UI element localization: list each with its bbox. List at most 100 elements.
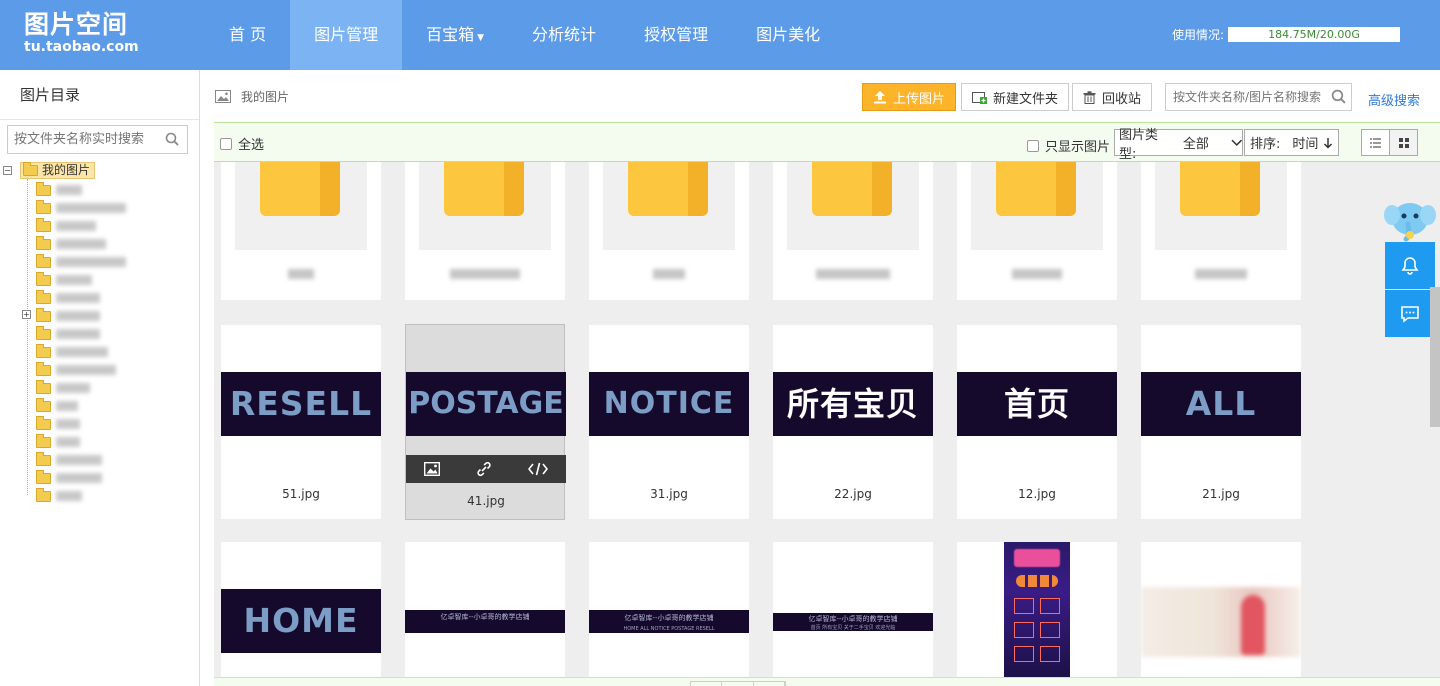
image-icon[interactable] — [424, 462, 440, 476]
tree-folder[interactable] — [36, 181, 82, 199]
image-card[interactable]: 首页 12.jpg — [957, 325, 1117, 519]
only-images-toggle[interactable]: 只显示图片 — [1027, 136, 1110, 155]
grid-view-button[interactable] — [1389, 130, 1417, 155]
scrollbar-thumb[interactable] — [1430, 287, 1440, 427]
tree-folder[interactable] — [36, 217, 96, 235]
image-search-input[interactable] — [1166, 84, 1326, 110]
search-icon[interactable] — [165, 132, 179, 150]
folder-card[interactable] — [221, 162, 381, 300]
folder-thumb — [787, 162, 919, 250]
thumb-nav-text: 首页 所有宝贝 关于二手宝贝 欢迎光临 — [773, 624, 933, 633]
image-filename: 22.jpg — [773, 487, 933, 501]
advanced-search-link[interactable]: 高级搜索 — [1368, 90, 1420, 109]
tree-root-label[interactable]: 我的图片 — [20, 162, 95, 179]
image-card[interactable]: HOME — [221, 542, 381, 682]
link-icon[interactable] — [476, 461, 492, 477]
folder-card[interactable] — [405, 162, 565, 300]
tree-folder[interactable] — [36, 469, 102, 487]
folder-icon — [36, 185, 51, 196]
image-type-select[interactable]: 图片类型: 全部 — [1114, 129, 1243, 156]
image-card[interactable]: 亿卓智库--小卓哥的教学店铺 — [405, 542, 565, 682]
image-card-hovered[interactable]: POSTAGE 41.jpg — [405, 324, 565, 520]
tree-folder[interactable] — [36, 433, 80, 451]
sort-select[interactable]: 排序: 时间 — [1244, 129, 1339, 156]
logo[interactable]: 图片空间 tu.taobao.com — [24, 11, 139, 55]
blurred-folder-name — [450, 269, 520, 279]
thumb-caption: 亿卓智库--小卓哥的教学店铺 — [624, 614, 713, 622]
tree-root[interactable]: − 我的图片 — [3, 161, 95, 179]
image-card[interactable]: 亿卓智库--小卓哥的教学店铺首页 所有宝贝 关于二手宝贝 欢迎光临 — [773, 542, 933, 682]
grid-icon — [1399, 138, 1409, 148]
select-all-label: 全选 — [238, 134, 264, 153]
nav-toolbox[interactable]: 百宝箱▼ — [402, 0, 508, 70]
folder-search — [7, 125, 188, 154]
image-card[interactable]: ALL 21.jpg — [1141, 325, 1301, 519]
tree-folder[interactable] — [36, 235, 106, 253]
tree-folder[interactable] — [36, 397, 78, 415]
tree-folder[interactable] — [36, 343, 108, 361]
select-all-checkbox[interactable] — [220, 138, 232, 150]
code-icon[interactable] — [528, 462, 548, 476]
blurred-folder-name — [1195, 269, 1247, 279]
thumb-nav-text: HOME ALL NOTICE POSTAGE RESELL — [589, 624, 749, 635]
tree-folder[interactable] — [36, 415, 80, 433]
nav-home[interactable]: 首 页 — [205, 0, 290, 70]
tree-folder[interactable] — [36, 271, 92, 289]
nav-analytics[interactable]: 分析统计 — [508, 0, 620, 70]
add-folder-icon — [972, 91, 987, 104]
expand-icon[interactable]: + — [22, 310, 31, 319]
pagination[interactable] — [690, 681, 786, 686]
image-card[interactable]: NOTICE 31.jpg — [589, 325, 749, 519]
image-card[interactable]: RESELL 51.jpg — [221, 325, 381, 519]
collapse-icon[interactable]: − — [3, 166, 12, 175]
tree-folder[interactable] — [36, 199, 126, 217]
notification-button[interactable] — [1385, 242, 1435, 289]
list-view-button[interactable] — [1362, 130, 1389, 155]
folder-icon — [36, 419, 51, 430]
bell-icon — [1400, 256, 1420, 276]
folder-card[interactable] — [1141, 162, 1301, 300]
search-icon[interactable] — [1331, 89, 1346, 108]
select-all[interactable]: 全选 — [220, 134, 264, 153]
folder-search-input[interactable] — [8, 126, 158, 153]
image-card[interactable]: 亿卓智库--小卓哥的教学店铺 HOME ALL NOTICE POSTAGE RE… — [589, 542, 749, 682]
upload-label: 上传图片 — [893, 88, 945, 107]
nav-image-management[interactable]: 图片管理 — [290, 0, 402, 70]
folder-card[interactable] — [957, 162, 1117, 300]
blurred-folder-name — [56, 437, 80, 447]
folder-thumb — [971, 162, 1103, 250]
tree-folder[interactable] — [36, 289, 100, 307]
chat-button[interactable] — [1385, 290, 1435, 337]
folder-icon — [36, 329, 51, 340]
image-filename: 41.jpg — [406, 494, 566, 508]
upload-button[interactable]: 上传图片 — [862, 83, 956, 111]
tree-folder[interactable] — [36, 487, 82, 505]
blurred-folder-name — [56, 221, 96, 231]
tree-folder[interactable] — [36, 253, 126, 271]
tree-folder[interactable] — [36, 379, 90, 397]
tree-folder[interactable] — [36, 451, 102, 469]
toolbar: 我的图片 上传图片 新建文件夹 回收站 高级搜索 — [205, 70, 1440, 122]
folder-icon — [36, 437, 51, 448]
image-icon — [215, 90, 231, 103]
tree-folder[interactable] — [36, 361, 116, 379]
folder-card[interactable] — [589, 162, 749, 300]
folder-icon — [36, 239, 51, 250]
mascot-icon[interactable] — [1384, 197, 1436, 242]
folder-icon — [36, 455, 51, 466]
image-thumb: 首页 — [957, 372, 1117, 436]
tree-folder[interactable] — [36, 307, 100, 325]
nav-beautify[interactable]: 图片美化 — [732, 0, 844, 70]
image-thumb: NOTICE — [589, 372, 749, 436]
only-images-checkbox[interactable] — [1027, 140, 1039, 152]
tree-folder[interactable] — [36, 325, 100, 343]
nav-authorization[interactable]: 授权管理 — [620, 0, 732, 70]
folder-card[interactable] — [773, 162, 933, 300]
recycle-bin-button[interactable]: 回收站 — [1072, 83, 1152, 111]
new-folder-button[interactable]: 新建文件夹 — [961, 83, 1069, 111]
image-card[interactable] — [1141, 542, 1301, 682]
image-thumb: 所有宝贝 — [773, 372, 933, 436]
image-card[interactable]: 所有宝贝 22.jpg — [773, 325, 933, 519]
image-card[interactable] — [957, 542, 1117, 682]
blurred-folder-name — [56, 383, 90, 393]
